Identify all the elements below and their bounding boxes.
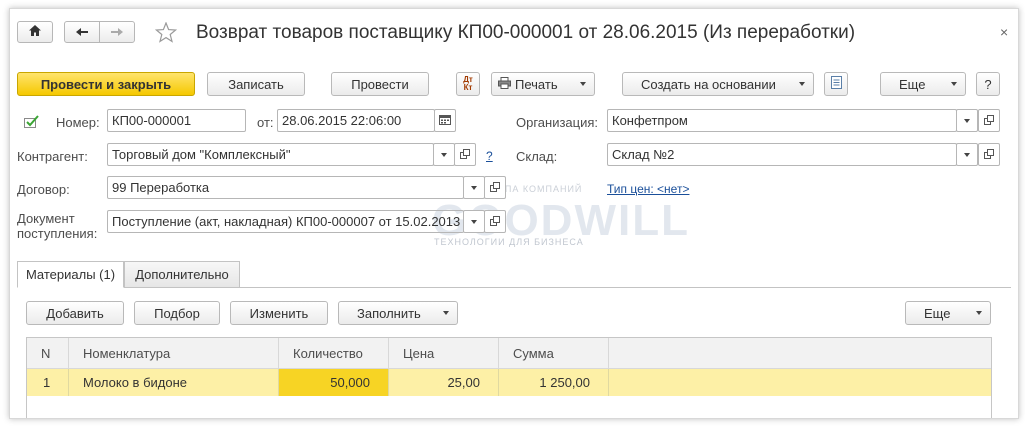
row-qty[interactable]: 50,000	[279, 369, 389, 396]
open-icon	[460, 147, 470, 162]
date-field[interactable]: 28.06.2015 22:06:00	[277, 109, 435, 132]
table-more-label: Еще	[924, 305, 951, 321]
contractor-label: Контрагент:	[17, 149, 88, 164]
edit-button[interactable]: Изменить	[230, 301, 328, 325]
contractor-field[interactable]: Торговый дом "Комплексный"	[107, 143, 434, 166]
open-icon	[490, 180, 500, 195]
kt-label: Кт	[463, 83, 473, 92]
receipt-doc-dropdown[interactable]	[463, 210, 485, 233]
open-icon	[984, 113, 994, 128]
contract-label: Договор:	[17, 182, 70, 197]
create-based-on-button[interactable]: Создать на основании	[622, 72, 814, 96]
chevron-down-icon	[964, 118, 970, 123]
tab-additional[interactable]: Дополнительно	[124, 261, 240, 288]
table-more-button[interactable]: Еще	[905, 301, 991, 325]
number-field[interactable]: КП00-000001	[107, 109, 246, 132]
chevron-down-icon	[976, 311, 982, 315]
warehouse-field[interactable]: Склад №2	[607, 143, 957, 166]
help-button[interactable]: ?	[976, 72, 1000, 96]
organization-dropdown[interactable]	[956, 109, 978, 132]
date-label: от:	[257, 115, 274, 130]
price-type-link[interactable]: Тип цен: <нет>	[607, 182, 689, 196]
column-header-sum[interactable]: Сумма	[499, 338, 609, 368]
posted-check-icon	[24, 115, 40, 132]
chevron-down-icon	[443, 311, 449, 315]
contractor-open-button[interactable]	[454, 143, 476, 166]
open-icon	[490, 214, 500, 229]
contractor-help-link[interactable]: ?	[486, 149, 493, 163]
chevron-down-icon	[441, 152, 447, 157]
contract-open-button[interactable]	[484, 176, 506, 199]
chevron-down-icon	[799, 82, 805, 86]
more-button[interactable]: Еще	[880, 72, 966, 96]
column-header-n[interactable]: N	[27, 338, 69, 368]
star-icon[interactable]	[154, 21, 178, 46]
row-sum[interactable]: 1 250,00	[499, 369, 609, 396]
chevron-down-icon	[580, 82, 586, 86]
receipt-doc-field[interactable]: Поступление (акт, накладная) КП00-000007…	[107, 210, 464, 233]
column-header-item[interactable]: Номенклатура	[69, 338, 279, 368]
close-icon[interactable]: ×	[1000, 24, 1008, 40]
warehouse-label: Склад:	[516, 149, 558, 164]
contract-dropdown[interactable]	[463, 176, 485, 199]
post-and-close-button[interactable]: Провести и закрыть	[17, 72, 195, 96]
organization-field[interactable]: Конфетпром	[607, 109, 957, 132]
home-icon	[28, 24, 42, 40]
fill-button[interactable]: Заполнить	[338, 301, 458, 325]
chevron-down-icon	[964, 152, 970, 157]
save-button[interactable]: Записать	[207, 72, 305, 96]
contract-field[interactable]: 99 Переработка	[107, 176, 464, 199]
warehouse-open-button[interactable]	[978, 143, 1000, 166]
column-header-qty[interactable]: Количество	[279, 338, 389, 368]
post-button[interactable]: Провести	[331, 72, 429, 96]
arrow-left-icon	[75, 25, 89, 40]
chevron-down-icon	[471, 219, 477, 224]
materials-table[interactable]: N Номенклатура Количество Цена Сумма 1 М…	[26, 337, 992, 418]
row-number: 1	[27, 369, 69, 396]
calendar-button[interactable]	[434, 109, 456, 132]
receipt-doc-label-line2: поступления:	[17, 226, 98, 241]
open-icon	[984, 147, 994, 162]
tab-materials[interactable]: Материалы (1)	[17, 261, 124, 288]
column-header-price[interactable]: Цена	[389, 338, 499, 368]
add-button[interactable]: Добавить	[26, 301, 124, 325]
warehouse-dropdown[interactable]	[956, 143, 978, 166]
watermark-bottom: ТЕХНОЛОГИИ ДЛЯ БИЗНЕСА	[434, 237, 584, 247]
receipt-doc-open-button[interactable]	[484, 210, 506, 233]
select-button[interactable]: Подбор	[134, 301, 220, 325]
fill-label: Заполнить	[357, 305, 421, 321]
home-button[interactable]	[17, 21, 53, 43]
calendar-icon	[439, 113, 451, 128]
document-icon	[830, 76, 842, 92]
print-label: Печать	[515, 76, 558, 92]
print-button[interactable]: Печать	[491, 72, 595, 96]
organization-label: Организация:	[516, 115, 599, 130]
number-label: Номер:	[56, 115, 100, 130]
chevron-down-icon	[951, 82, 957, 86]
row-item[interactable]: Молоко в бидоне	[69, 369, 279, 396]
more-label: Еще	[899, 76, 926, 92]
printer-icon	[498, 76, 511, 92]
report-button[interactable]	[824, 72, 848, 96]
document-window: Возврат товаров поставщику КП00-000001 о…	[9, 8, 1019, 419]
contractor-dropdown[interactable]	[433, 143, 455, 166]
page-title: Возврат товаров поставщику КП00-000001 о…	[196, 22, 856, 43]
arrow-right-icon	[110, 25, 124, 40]
back-button[interactable]	[64, 21, 100, 43]
receipt-doc-label: Документ поступления:	[17, 211, 97, 241]
receipt-doc-label-line1: Документ	[17, 211, 75, 226]
organization-open-button[interactable]	[978, 109, 1000, 132]
forward-button[interactable]	[99, 21, 135, 43]
row-price[interactable]: 25,00	[389, 369, 499, 396]
dt-kt-button[interactable]: Дт Кт	[456, 72, 480, 96]
column-header-empty	[609, 338, 991, 368]
create-based-label: Создать на основании	[641, 76, 776, 92]
chevron-down-icon	[471, 185, 477, 190]
